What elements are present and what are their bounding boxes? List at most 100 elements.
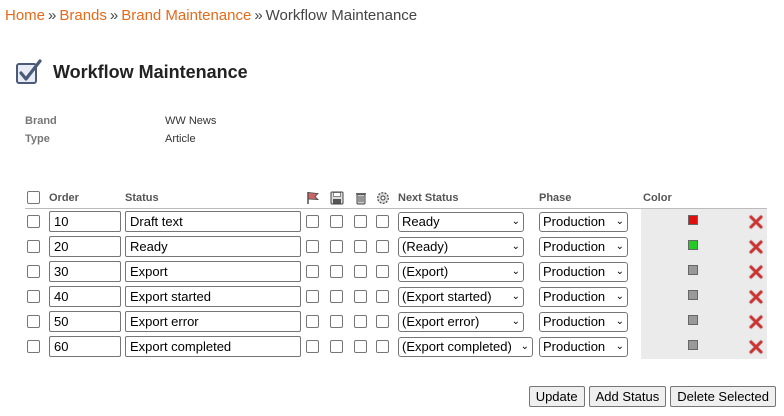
delete-icon[interactable] (748, 264, 764, 280)
gear-checkbox[interactable] (376, 215, 389, 228)
row-select-checkbox[interactable] (27, 290, 40, 303)
delete-icon[interactable] (748, 339, 764, 355)
row-select-checkbox[interactable] (27, 265, 40, 278)
add-status-button[interactable]: Add Status (588, 386, 667, 407)
color-swatch[interactable] (688, 315, 698, 325)
phase-value: Production (543, 214, 606, 229)
flag-checkbox[interactable] (306, 265, 319, 278)
chevron-down-icon: ⌄ (511, 291, 520, 302)
status-name-input[interactable] (125, 311, 301, 332)
trash-checkbox[interactable] (354, 215, 367, 228)
save-icon (330, 191, 344, 204)
order-input[interactable] (49, 336, 121, 357)
flag-checkbox[interactable] (306, 240, 319, 253)
trash-checkbox[interactable] (354, 340, 367, 353)
order-input[interactable] (49, 311, 121, 332)
trash-checkbox[interactable] (354, 290, 367, 303)
select-all-checkbox[interactable] (27, 191, 40, 204)
row-select-checkbox[interactable] (27, 315, 40, 328)
next-status-select[interactable]: (Ready) ⌄ (398, 236, 524, 257)
save-checkbox[interactable] (330, 215, 343, 228)
phase-select[interactable]: Production ⌄ (539, 311, 628, 332)
trash-checkbox[interactable] (354, 240, 367, 253)
order-input[interactable] (49, 261, 121, 282)
color-swatch[interactable] (688, 215, 698, 225)
color-swatch[interactable] (688, 290, 698, 300)
breadcrumb-separator: » (109, 7, 119, 24)
trash-icon (356, 192, 366, 204)
flag-checkbox[interactable] (306, 215, 319, 228)
save-checkbox[interactable] (330, 290, 343, 303)
order-input[interactable] (49, 286, 121, 307)
gear-checkbox[interactable] (376, 265, 389, 278)
status-name-input[interactable] (125, 336, 301, 357)
phase-select[interactable]: Production ⌄ (539, 236, 628, 257)
save-checkbox[interactable] (330, 315, 343, 328)
brand-value: WW News (165, 115, 217, 127)
row-select-checkbox[interactable] (27, 215, 40, 228)
chevron-down-icon: ⌄ (615, 266, 624, 277)
save-checkbox[interactable] (330, 265, 343, 278)
next-status-select[interactable]: (Export) ⌄ (398, 261, 524, 282)
row-select-checkbox[interactable] (27, 340, 40, 353)
next-status-select[interactable]: (Export started) ⌄ (398, 286, 524, 307)
row-select-checkbox[interactable] (27, 240, 40, 253)
next-status-value: Ready (402, 214, 440, 229)
chevron-down-icon: ⌄ (615, 216, 624, 227)
delete-selected-button[interactable]: Delete Selected (670, 386, 776, 407)
breadcrumb-brand-maintenance-link[interactable]: Brand Maintenance (121, 7, 251, 24)
status-name-input[interactable] (125, 236, 301, 257)
status-name-input[interactable] (125, 211, 301, 232)
save-checkbox[interactable] (330, 240, 343, 253)
chevron-down-icon: ⌄ (615, 291, 624, 302)
gear-checkbox[interactable] (376, 240, 389, 253)
next-status-select[interactable]: (Export completed) ⌄ (398, 336, 533, 357)
delete-icon[interactable] (748, 289, 764, 305)
color-swatch[interactable] (688, 240, 698, 250)
chevron-down-icon: ⌄ (511, 316, 520, 327)
update-button[interactable]: Update (528, 386, 585, 407)
order-header: Order (47, 188, 123, 209)
order-input[interactable] (49, 211, 121, 232)
phase-select[interactable]: Production ⌄ (539, 286, 628, 307)
trash-checkbox[interactable] (354, 265, 367, 278)
checkbox-checked-icon (16, 59, 42, 84)
gear-checkbox[interactable] (376, 340, 389, 353)
breadcrumb-brands-link[interactable]: Brands (59, 7, 107, 24)
next-status-select[interactable]: Ready ⌄ (398, 211, 524, 232)
table-header-row: Order Status Next Status Phase Color (25, 188, 767, 209)
save-checkbox[interactable] (330, 340, 343, 353)
phase-value: Production (543, 314, 606, 329)
table-row: (Export started) ⌄ Production ⌄ (25, 284, 767, 309)
phase-header: Phase (537, 188, 641, 209)
next-status-select[interactable]: (Export error) ⌄ (398, 311, 524, 332)
delete-icon[interactable] (748, 214, 764, 230)
trash-checkbox[interactable] (354, 315, 367, 328)
breadcrumb-home-link[interactable]: Home (5, 7, 45, 24)
flag-checkbox[interactable] (306, 315, 319, 328)
breadcrumb-separator: » (48, 7, 57, 24)
flag-checkbox[interactable] (306, 290, 319, 303)
table-row: (Export completed) ⌄ Production ⌄ (25, 334, 767, 359)
color-swatch[interactable] (688, 340, 698, 350)
flag-checkbox[interactable] (306, 340, 319, 353)
gear-checkbox[interactable] (376, 290, 389, 303)
phase-select[interactable]: Production ⌄ (539, 261, 628, 282)
status-name-input[interactable] (125, 261, 301, 282)
type-label: Type (25, 133, 50, 145)
delete-icon[interactable] (748, 314, 764, 330)
phase-select[interactable]: Production ⌄ (539, 336, 628, 357)
chevron-down-icon: ⌄ (615, 316, 624, 327)
workflow-table: Order Status Next Status Phase Color 10 … (25, 188, 767, 359)
status-name-input[interactable] (125, 286, 301, 307)
chevron-down-icon: ⌄ (511, 216, 520, 227)
gear-checkbox[interactable] (376, 315, 389, 328)
chevron-down-icon: ⌄ (615, 341, 624, 352)
chevron-down-icon: ⌄ (520, 341, 529, 352)
color-swatch[interactable] (688, 265, 698, 275)
order-input[interactable] (49, 236, 121, 257)
phase-select[interactable]: Production ⌄ (539, 211, 628, 232)
delete-icon[interactable] (748, 239, 764, 255)
phase-value: Production (543, 264, 606, 279)
flag-icon (307, 191, 320, 204)
